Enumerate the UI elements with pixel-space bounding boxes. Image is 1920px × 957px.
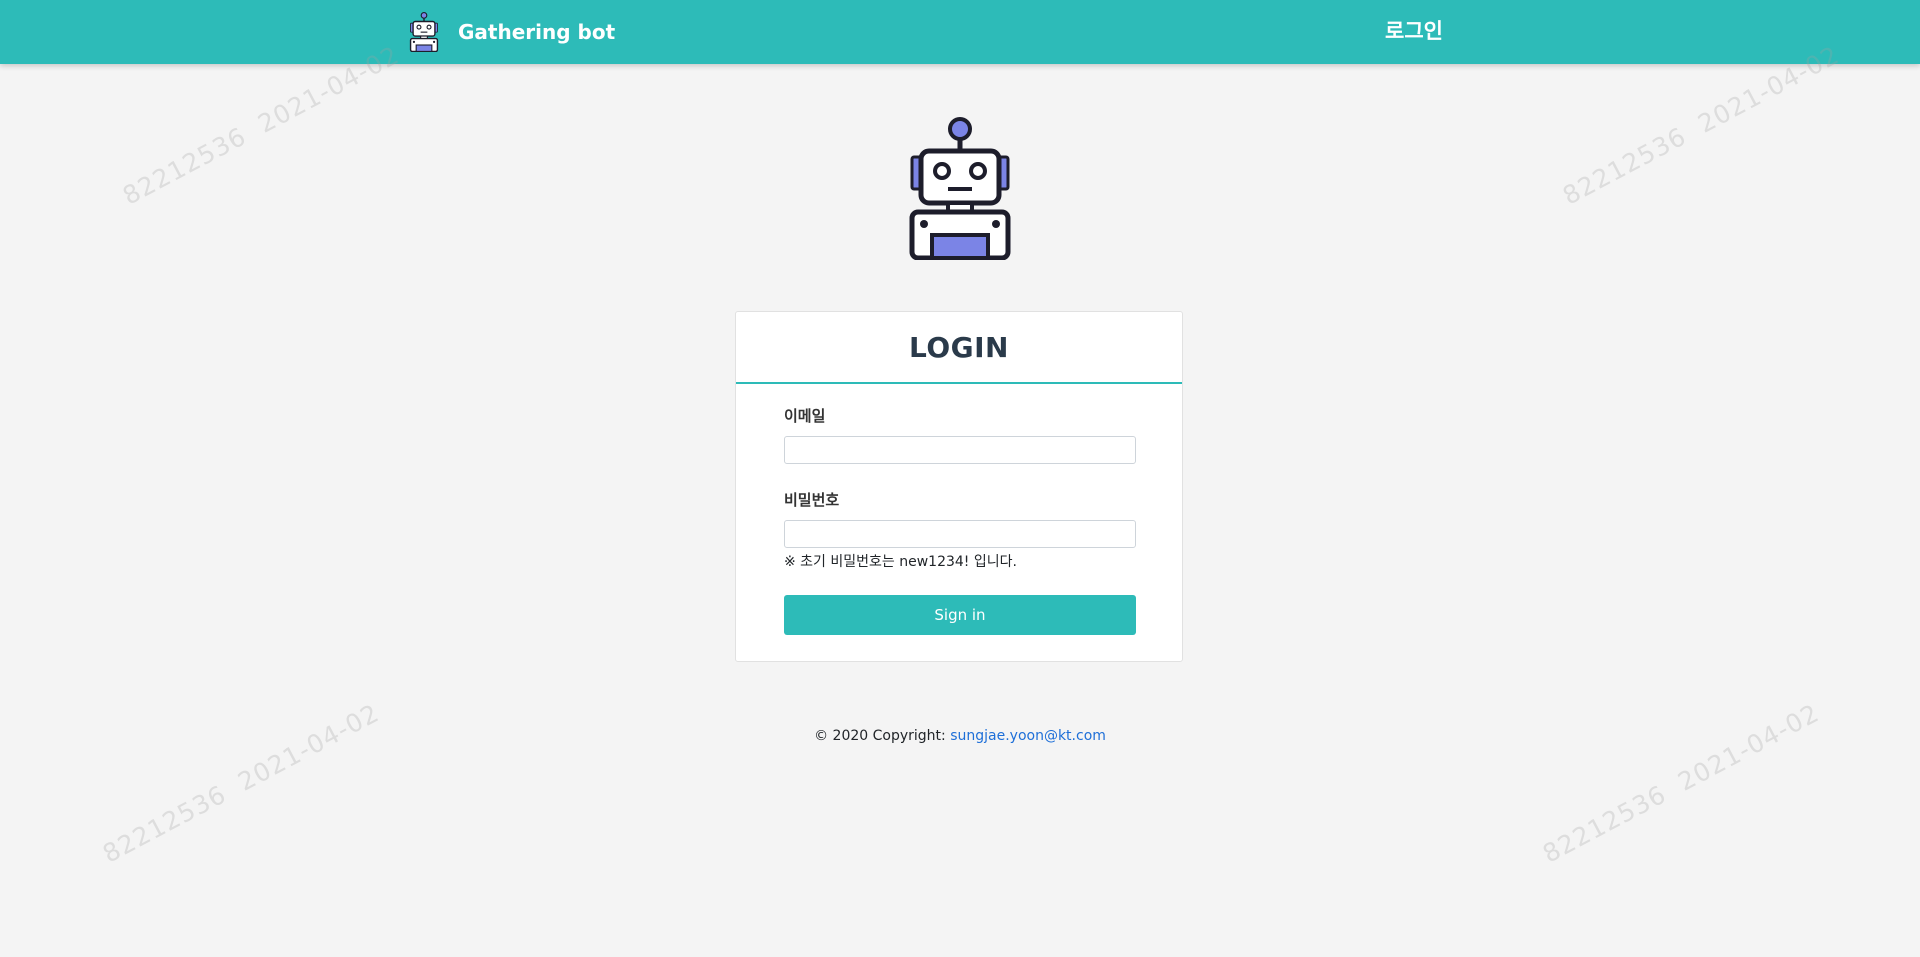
robot-icon [909, 117, 1011, 260]
password-hint: ※ 초기 비밀번호는 new1234! 입니다. [784, 554, 1017, 570]
login-card: LOGIN 이메일 비밀번호 ※ 초기 비밀번호는 new1234! 입니다. … [735, 311, 1183, 662]
login-card-header: LOGIN [736, 312, 1182, 384]
watermark: 82212536 2021-04-02 [118, 40, 404, 211]
robot-icon [409, 12, 439, 52]
login-form: 이메일 비밀번호 ※ 초기 비밀번호는 new1234! 입니다. Sign i… [784, 406, 1136, 635]
contact-email-link[interactable]: sungjae.yoon@kt.com [950, 728, 1106, 744]
sign-in-button[interactable]: Sign in [784, 595, 1136, 635]
email-label: 이메일 [784, 407, 826, 425]
top-navbar: Gathering bot 로그인 [0, 0, 1920, 64]
watermark: 82212536 2021-04-02 [1558, 40, 1844, 211]
brand-name: Gathering bot [458, 20, 616, 44]
password-label: 비밀번호 [784, 491, 840, 509]
footer: © 2020 Copyright: sungjae.yoon@kt.com [0, 728, 1920, 744]
watermark: 82212536 2021-04-02 [98, 698, 384, 869]
brand-link[interactable]: Gathering bot [406, 0, 615, 64]
email-field[interactable] [784, 436, 1136, 464]
password-field[interactable] [784, 520, 1136, 548]
nav-login-link[interactable]: 로그인 [1385, 0, 1443, 64]
copyright-text: © 2020 Copyright: [814, 728, 951, 744]
login-title: LOGIN [909, 330, 1009, 364]
watermark: 82212536 2021-04-02 [1538, 698, 1824, 869]
